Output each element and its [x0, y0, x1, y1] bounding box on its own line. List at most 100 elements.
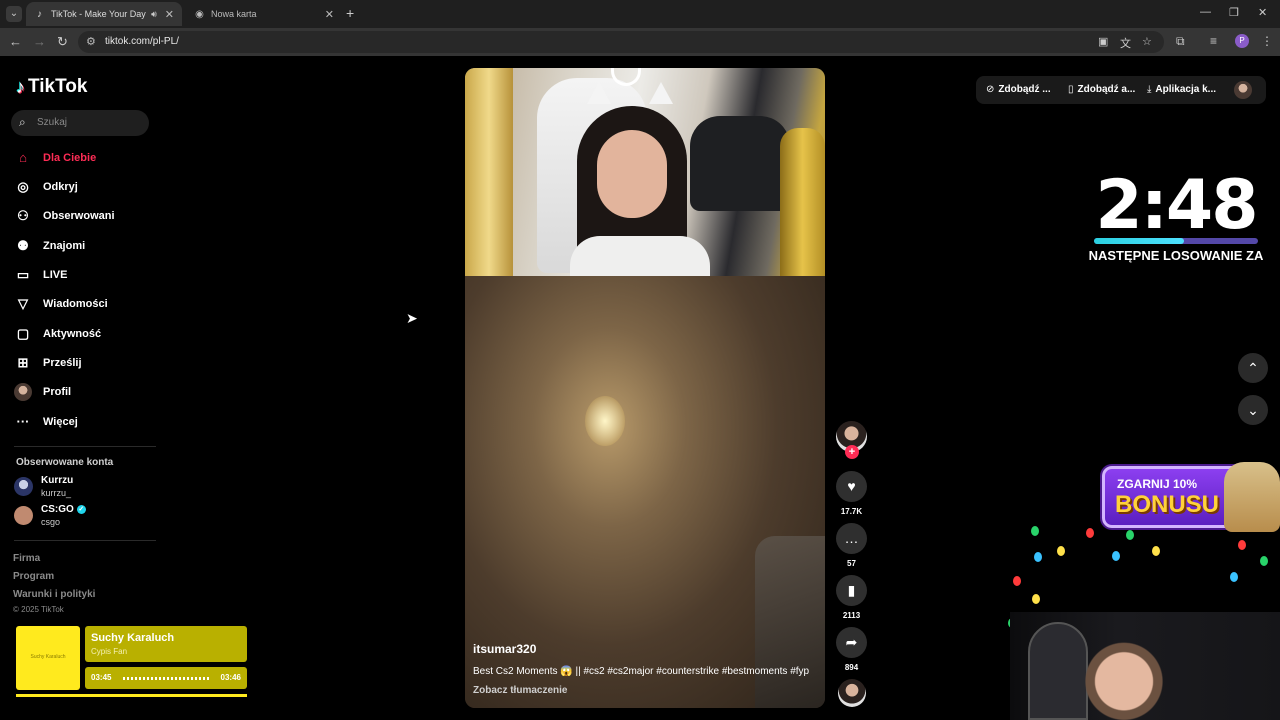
sidebar-item-more[interactable]: ··· Więcej — [14, 411, 154, 433]
light-decor — [1126, 530, 1134, 540]
music-progress-bar — [16, 694, 247, 697]
sidebar-item-messages[interactable]: ▽ Wiadomości — [14, 293, 154, 315]
footer-link-company[interactable]: Firma — [13, 553, 40, 564]
like-count: 17.7K — [840, 507, 863, 516]
home-icon: ⌂ — [19, 150, 27, 165]
sidebar-item-profile[interactable]: Profil — [14, 381, 154, 403]
copyright-text: © 2025 TikTok — [13, 605, 64, 614]
light-decor — [1086, 528, 1094, 538]
restore-icon[interactable]: ❐ — [1229, 6, 1239, 19]
close-window-icon[interactable]: ✕ — [1258, 6, 1267, 19]
sidebar-item-explore[interactable]: ◎ Odkryj — [14, 176, 154, 198]
previous-video-button[interactable]: ⌃ — [1238, 353, 1268, 383]
footer-link-terms[interactable]: Warunki i polityki — [13, 589, 95, 600]
music-artist: Cypis Fan — [91, 647, 128, 656]
decor — [690, 116, 790, 211]
sidebar-item-label: Dla Ciebie — [43, 152, 97, 164]
light-decor — [1034, 552, 1042, 562]
get-coins-button[interactable]: ⊘ Zdobądź ... — [986, 84, 1051, 95]
sidebar-item-activity[interactable]: ▢ Aktywność — [14, 323, 154, 345]
address-bar[interactable]: ⚙ tiktok.com/pl-PL/ ▣ 文 ☆ — [78, 31, 1164, 53]
tab-tiktok[interactable]: ♪ TikTok - Make Your Day 🔊︎ ✕ — [26, 2, 182, 26]
sidebar-item-for-you[interactable]: ⌂ Dla Ciebie — [14, 147, 154, 169]
translate-icon[interactable]: 文 — [1120, 35, 1131, 51]
sidebar-item-label: Profil — [43, 386, 72, 398]
music-disc-avatar[interactable] — [838, 679, 866, 707]
light-decor — [1057, 546, 1065, 556]
follow-plus-icon[interactable]: + — [845, 445, 859, 459]
back-icon[interactable]: ← — [9, 34, 22, 49]
speaker-icon[interactable]: 🔊︎ — [151, 9, 157, 20]
music-elapsed: 03:45 — [91, 673, 112, 682]
bookmark-star-icon[interactable]: ☆ — [1142, 35, 1152, 48]
reload-icon[interactable]: ↻ — [57, 34, 68, 50]
sidebar-item-upload[interactable]: ⊞ Prześlij — [14, 352, 154, 374]
search-icon: ⌕ — [19, 115, 26, 129]
see-translation-link[interactable]: Zobacz tłumaczenie — [473, 685, 567, 696]
extensions-icon[interactable]: ⧉ — [1176, 34, 1185, 49]
get-app-button[interactable]: ▯ Zdobądź a... — [1068, 84, 1135, 95]
sidebar-item-label: Obserwowani — [43, 210, 115, 222]
menu-icon[interactable]: ⋮ — [1261, 34, 1273, 48]
close-tab-icon[interactable]: ✕ — [325, 8, 334, 21]
video-player[interactable]: itsumar320 Best Cs2 Moments 😱 || #cs2 #c… — [465, 68, 825, 708]
url-text: tiktok.com/pl-PL/ — [105, 36, 179, 47]
live-icon: ▭ — [16, 267, 30, 282]
pc-app-label: Aplikacja k... — [1155, 84, 1217, 95]
music-cover: Suchy Karaluch — [16, 626, 80, 690]
comment-button[interactable]: … — [836, 523, 867, 554]
tiktok-note-icon: ♪ — [16, 76, 25, 97]
bookmark-button[interactable]: ▮ — [836, 575, 867, 606]
chrome-favicon-icon: ◉ — [195, 8, 204, 20]
sidebar-item-label: Wiadomości — [43, 298, 108, 310]
tiktok-logo[interactable]: ♪ TikTok — [16, 76, 87, 98]
user-avatar[interactable] — [1234, 81, 1252, 99]
cat-ears-icon — [587, 82, 673, 112]
tab-new[interactable]: ◉ Nowa karta ✕ — [186, 2, 342, 26]
cast-icon[interactable]: ▣ — [1098, 35, 1108, 48]
more-icon: ··· — [16, 414, 30, 429]
sidebar-item-label: Odkryj — [43, 181, 78, 193]
tiktok-favicon-icon: ♪ — [37, 8, 42, 20]
footer-link-program[interactable]: Program — [13, 571, 54, 582]
streamer-face — [1082, 634, 1166, 720]
timer-progress-bar — [1094, 238, 1258, 244]
light-decor — [1260, 556, 1268, 566]
followed-account-item[interactable]: Kurrzu kurrzu_ — [14, 475, 73, 500]
like-button[interactable]: ♥ — [836, 471, 867, 502]
music-waveform — [123, 677, 211, 680]
light-decor — [1238, 540, 1246, 550]
sidebar-divider — [14, 540, 156, 541]
site-info-icon[interactable]: ⚙ — [86, 35, 96, 48]
avatar — [14, 506, 33, 525]
followed-account-item[interactable]: CS:GO ✓ csgo — [14, 504, 86, 529]
next-video-button[interactable]: ⌄ — [1238, 395, 1268, 425]
video-author[interactable]: itsumar320 — [473, 642, 536, 656]
get-coins-label: Zdobądź ... — [998, 84, 1051, 95]
minimize-icon[interactable]: — — [1200, 6, 1211, 18]
followed-accounts-title: Obserwowane konta — [16, 457, 114, 468]
sidebar-item-label: Prześlij — [43, 357, 82, 369]
forward-icon[interactable]: → — [33, 34, 46, 49]
media-icon[interactable]: ≡ — [1210, 34, 1217, 48]
tab-search-icon[interactable]: ⌄ — [6, 6, 22, 22]
new-tab-icon[interactable]: + — [346, 5, 354, 21]
search-input[interactable]: ⌕ Szukaj — [11, 110, 149, 136]
decor — [780, 128, 825, 276]
light-decor — [1112, 551, 1120, 561]
close-tab-icon[interactable]: ✕ — [165, 8, 174, 21]
sidebar-item-following[interactable]: ⚇ Obserwowani — [14, 205, 154, 227]
sidebar-item-live[interactable]: ▭ LIVE — [14, 264, 154, 286]
light-decor — [1032, 594, 1040, 604]
account-name: Kurrzu — [41, 475, 74, 486]
sidebar-item-label: LIVE — [43, 269, 68, 281]
sidebar-item-friends[interactable]: ⚉ Znajomi — [14, 235, 154, 257]
browser-tab-bar: ⌄ ♪ TikTok - Make Your Day 🔊︎ ✕ ◉ Nowa k… — [0, 0, 1280, 28]
profile-avatar[interactable]: P — [1235, 34, 1249, 48]
share-button[interactable]: ➦ — [836, 627, 867, 658]
next-draw-label: NASTĘPNE LOSOWANIE ZA — [1088, 248, 1264, 263]
light-decor — [1031, 526, 1039, 536]
pc-app-button[interactable]: ⤓ Aplikacja k... — [1147, 84, 1216, 95]
music-title: Suchy Karaluch — [91, 632, 175, 644]
decor — [585, 396, 625, 446]
